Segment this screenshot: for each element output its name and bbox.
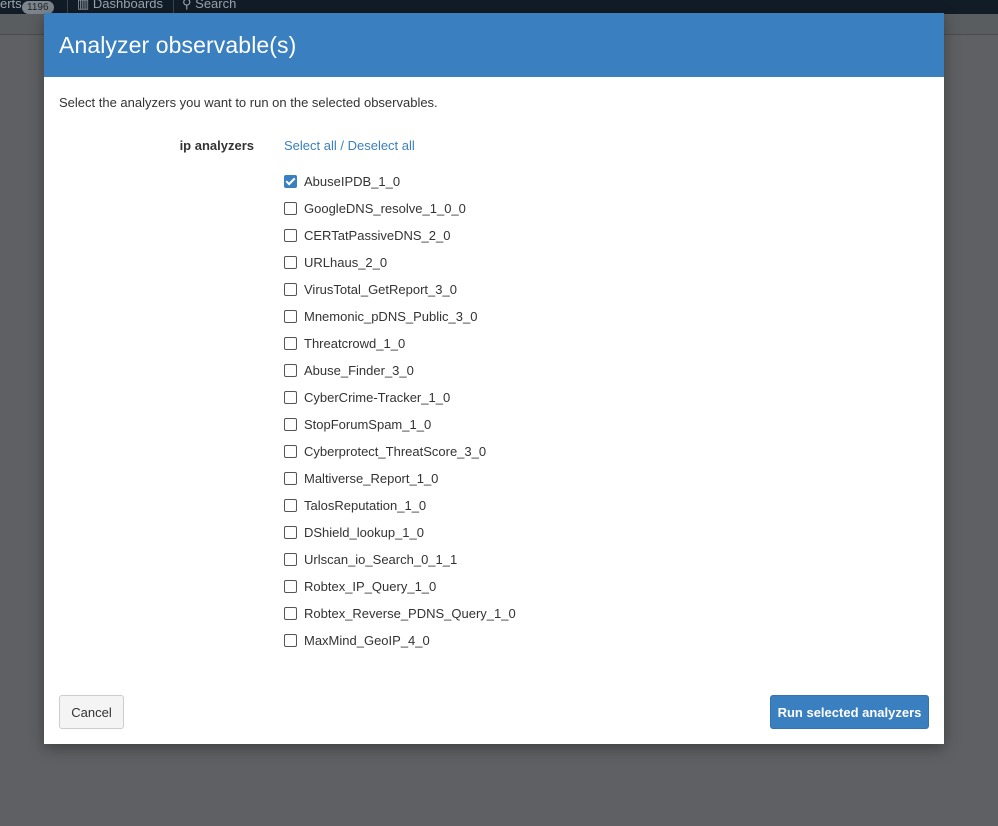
analyzer-checkbox[interactable] [284,391,297,404]
analyzer-label: AbuseIPDB_1_0 [304,174,401,189]
analyzer-item[interactable]: StopForumSpam_1_0 [284,411,516,438]
select-links: Select all / Deselect all [284,138,415,153]
analyzer-label: DShield_lookup_1_0 [304,525,424,540]
analyzer-checkbox[interactable] [284,175,297,188]
analyzer-item[interactable]: CyberCrime-Tracker_1_0 [284,384,516,411]
analyzer-checkbox[interactable] [284,580,297,593]
nav-divider [67,0,68,14]
analyzer-label: Robtex_Reverse_PDNS_Query_1_0 [304,606,516,621]
analyzer-item[interactable]: Threatcrowd_1_0 [284,330,516,357]
modal-intro-text: Select the analyzers you want to run on … [59,95,438,110]
nav-alerts-label: erts [0,0,22,11]
analyzer-checkbox[interactable] [284,499,297,512]
analyzer-checkbox[interactable] [284,472,297,485]
analyzer-checkbox[interactable] [284,310,297,323]
nav-search-label: Search [195,0,237,11]
modal-title: Analyzer observable(s) [59,31,297,58]
analyzer-label: VirusTotal_GetReport_3_0 [304,282,457,297]
analyzer-checkbox[interactable] [284,607,297,620]
analyzer-label: Mnemonic_pDNS_Public_3_0 [304,309,478,324]
analyzer-item[interactable]: VirusTotal_GetReport_3_0 [284,276,516,303]
analyzer-label: Maltiverse_Report_1_0 [304,471,439,486]
run-selected-analyzers-button[interactable]: Run selected analyzers [770,695,929,729]
analyzer-checkbox[interactable] [284,337,297,350]
analyzer-checkbox[interactable] [284,526,297,539]
analyzer-item[interactable]: Mnemonic_pDNS_Public_3_0 [284,303,516,330]
analyzer-checkbox[interactable] [284,364,297,377]
analyzer-label: StopForumSpam_1_0 [304,417,432,432]
analyzer-item[interactable]: Robtex_IP_Query_1_0 [284,573,516,600]
cancel-button[interactable]: Cancel [59,695,124,729]
analyzer-checkbox[interactable] [284,553,297,566]
analyzer-checkbox[interactable] [284,418,297,431]
analyzer-checkbox[interactable] [284,634,297,647]
link-separator: / [336,138,348,153]
analyzer-label: URLhaus_2_0 [304,255,388,270]
analyzer-checkbox[interactable] [284,229,297,242]
analyzer-checkbox-list: AbuseIPDB_1_0 GoogleDNS_resolve_1_0_0 CERT… [284,168,516,654]
analyzer-label: Cyberprotect_ThreatScore_3_0 [304,444,487,459]
analyzer-item[interactable]: Robtex_Reverse_PDNS_Query_1_0 [284,600,516,627]
analyzer-label: TalosReputation_1_0 [304,498,427,513]
modal-header: Analyzer observable(s) [44,13,944,77]
analyzer-label: CyberCrime-Tracker_1_0 [304,390,451,405]
analyzer-checkbox[interactable] [284,283,297,296]
select-all-link[interactable]: Select all [284,138,337,153]
analyzer-label: Robtex_IP_Query_1_0 [304,579,437,594]
dashboards-icon: ▥ [77,0,90,11]
analyzer-label: Urlscan_io_Search_0_1_1 [304,552,458,567]
nav-dashboards: ▥ Dashboards [77,0,163,12]
analyzer-modal: Analyzer observable(s) Select the analyz… [44,13,944,744]
analyzer-checkbox[interactable] [284,445,297,458]
analyzer-item[interactable]: URLhaus_2_0 [284,249,516,276]
analyzer-item[interactable]: Urlscan_io_Search_0_1_1 [284,546,516,573]
analyzer-label: GoogleDNS_resolve_1_0_0 [304,201,466,216]
analyzer-item[interactable]: MaxMind_GeoIP_4_0 [284,627,516,654]
analyzer-item[interactable]: TalosReputation_1_0 [284,492,516,519]
nav-divider [173,0,174,14]
analyzer-item[interactable]: CERTatPassiveDNS_2_0 [284,222,516,249]
analyzer-checkbox[interactable] [284,202,297,215]
analyzer-label: Abuse_Finder_3_0 [304,363,414,378]
analyzer-item[interactable]: GoogleDNS_resolve_1_0_0 [284,195,516,222]
analyzer-item[interactable]: AbuseIPDB_1_0 [284,168,516,195]
analyzer-item[interactable]: DShield_lookup_1_0 [284,519,516,546]
analyzer-item[interactable]: Maltiverse_Report_1_0 [284,465,516,492]
analyzer-item[interactable]: Cyberprotect_ThreatScore_3_0 [284,438,516,465]
analyzer-item[interactable]: Abuse_Finder_3_0 [284,357,516,384]
analyzer-checkbox[interactable] [284,256,297,269]
analyzer-label: Threatcrowd_1_0 [304,336,406,351]
deselect-all-link[interactable]: Deselect all [348,138,415,153]
nav-search: ⚲ Search [182,0,236,12]
ip-analyzers-label: ip analyzers [179,138,254,153]
analyzer-label: CERTatPassiveDNS_2_0 [304,228,451,243]
search-icon: ⚲ [182,0,192,11]
background-top-navbar: erts 1196 ▥ Dashboards ⚲ Search [0,0,998,14]
nav-dashboards-label: Dashboards [92,0,164,11]
analyzer-label: MaxMind_GeoIP_4_0 [304,633,430,648]
